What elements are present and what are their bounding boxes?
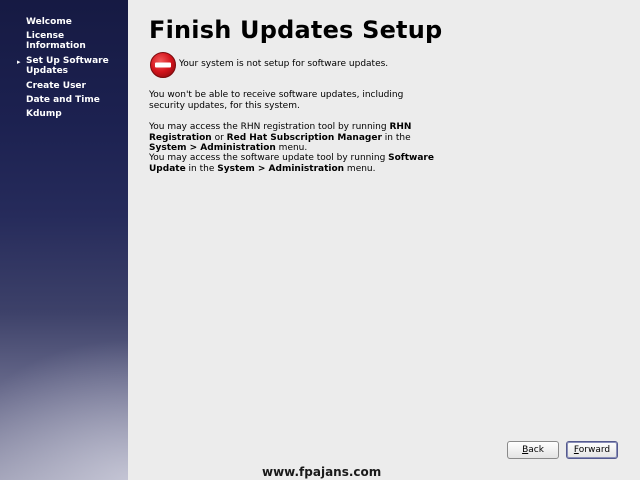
forward-button[interactable]: Forward (566, 441, 618, 459)
rhn-instructions: You may access the RHN registration tool… (149, 122, 412, 153)
watermark: www.fpajans.com (262, 465, 382, 479)
sidebar-item-license-information: License Information (26, 31, 86, 51)
page-title: Finish Updates Setup (149, 16, 443, 44)
sidebar-item-create-user: Create User (26, 81, 86, 91)
sidebar: Welcome License Information ▸ Set Up Sof… (0, 0, 128, 480)
info-paragraph: You won't be able to receive software up… (149, 90, 404, 111)
subscription-manager-label: Red Hat Subscription Manager (226, 132, 382, 143)
back-button[interactable]: Back (507, 441, 559, 459)
sidebar-item-date-and-time: Date and Time (26, 95, 100, 105)
stop-icon (150, 52, 176, 78)
sidebar-item-set-up-software-updates: Set Up Software Updates (26, 56, 109, 76)
main-content: Finish Updates Setup Your system is not … (128, 0, 640, 480)
system-admin-menu-label-2: System > Administration (217, 163, 345, 174)
software-update-instructions: You may access the software update tool … (149, 153, 434, 174)
sidebar-item-kdump: Kdump (26, 109, 62, 119)
warning-message: Your system is not setup for software up… (179, 59, 389, 69)
active-step-arrow-icon: ▸ (17, 58, 21, 66)
system-admin-menu-label: System > Administration (149, 143, 276, 153)
sidebar-item-welcome: Welcome (26, 17, 72, 27)
